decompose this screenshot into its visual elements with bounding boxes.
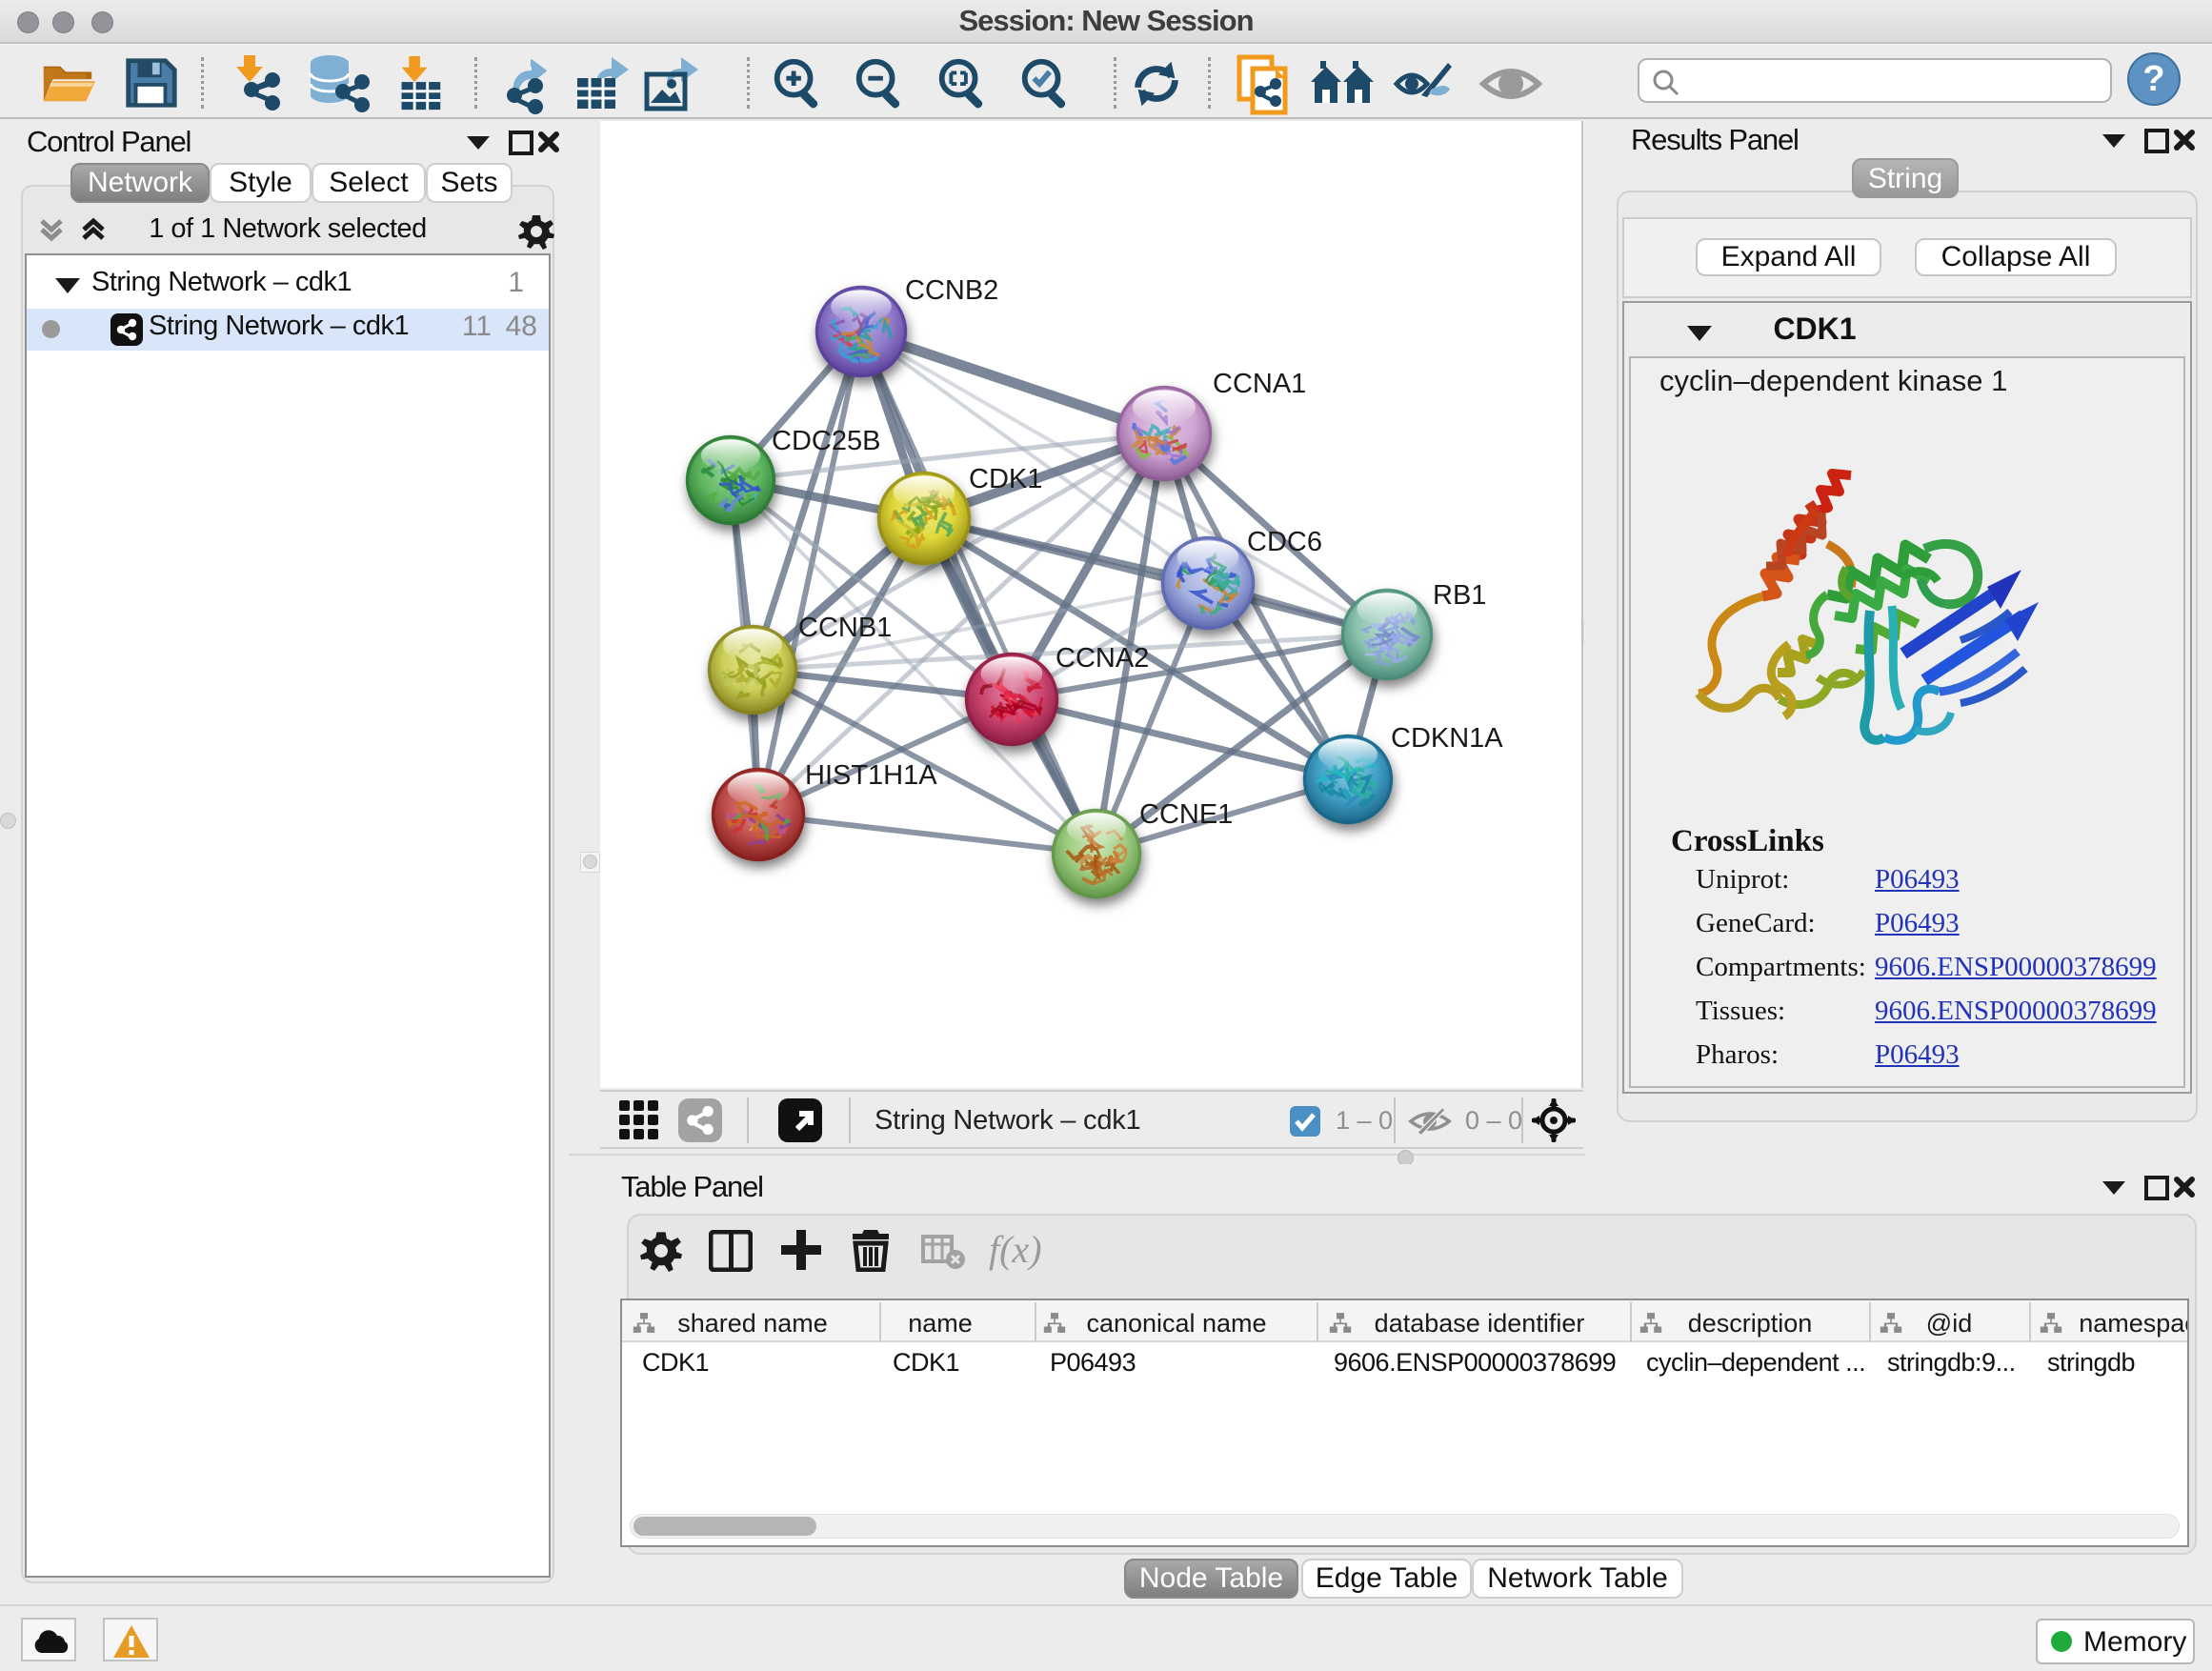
svg-text:CCNB2: CCNB2 <box>905 275 998 306</box>
svg-text:?: ? <box>2142 59 2164 99</box>
svg-text:CDC25B: CDC25B <box>772 426 880 456</box>
svg-text:CDKN1A: CDKN1A <box>1391 723 1503 754</box>
svg-text:CDC6: CDC6 <box>1247 527 1322 557</box>
svg-text:CCNE1: CCNE1 <box>1139 799 1233 830</box>
svg-text:RB1: RB1 <box>1433 580 1486 611</box>
svg-text:CCNA2: CCNA2 <box>1056 643 1149 674</box>
svg-text:CCNA1: CCNA1 <box>1213 369 1306 399</box>
svg-text:CDK1: CDK1 <box>969 464 1042 494</box>
svg-text:HIST1H1A: HIST1H1A <box>805 760 937 791</box>
svg-text:CCNB1: CCNB1 <box>798 613 892 643</box>
